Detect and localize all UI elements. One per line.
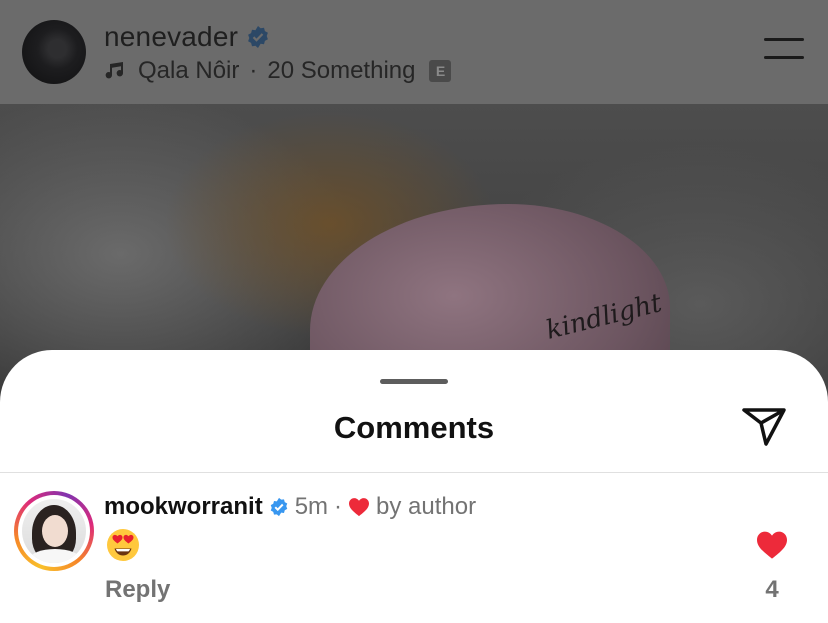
verified-badge-icon [248,26,269,48]
comment-username[interactable]: mookworranit [104,493,263,521]
commenter-avatar [22,499,86,563]
commenter-avatar-story-ring[interactable] [14,491,94,571]
music-artist: Qala Nôir [138,57,240,84]
sheet-title: Comments [333,410,495,445]
post-user-row: nenevader [104,21,270,53]
verified-badge-icon [270,497,287,517]
comment-time: 5m [294,493,329,520]
heart-eyes-emoji-icon [107,529,139,561]
comment-like-heart-icon[interactable] [755,530,789,560]
sheet-grabber[interactable] [380,379,448,384]
post-header: nenevader Qala Nôir · 20 Something E [0,0,828,104]
comment-separator: · [334,493,343,520]
music-row[interactable]: Qala Nôir · 20 Something E [104,56,452,86]
post-username[interactable]: nenevader [104,21,238,53]
profile-avatar[interactable] [22,20,86,84]
sheet-divider [0,472,828,473]
author-liked-heart-icon [349,498,370,517]
music-note-icon [105,62,123,79]
comment-meta-row: mookworranit 5m · by author [104,492,476,522]
reply-button[interactable]: Reply [105,576,170,604]
music-title: 20 Something [267,57,416,84]
comment-like-count[interactable]: 4 [752,576,792,604]
avatar-shirt [30,549,80,563]
music-separator: · [249,57,258,84]
avatar-face [42,515,68,547]
share-icon[interactable] [740,405,788,449]
avatar-ring-gap [18,495,90,567]
liked-by-author-label: by author [376,493,477,520]
menu-icon[interactable] [764,36,804,62]
explicit-badge: E [429,60,452,82]
